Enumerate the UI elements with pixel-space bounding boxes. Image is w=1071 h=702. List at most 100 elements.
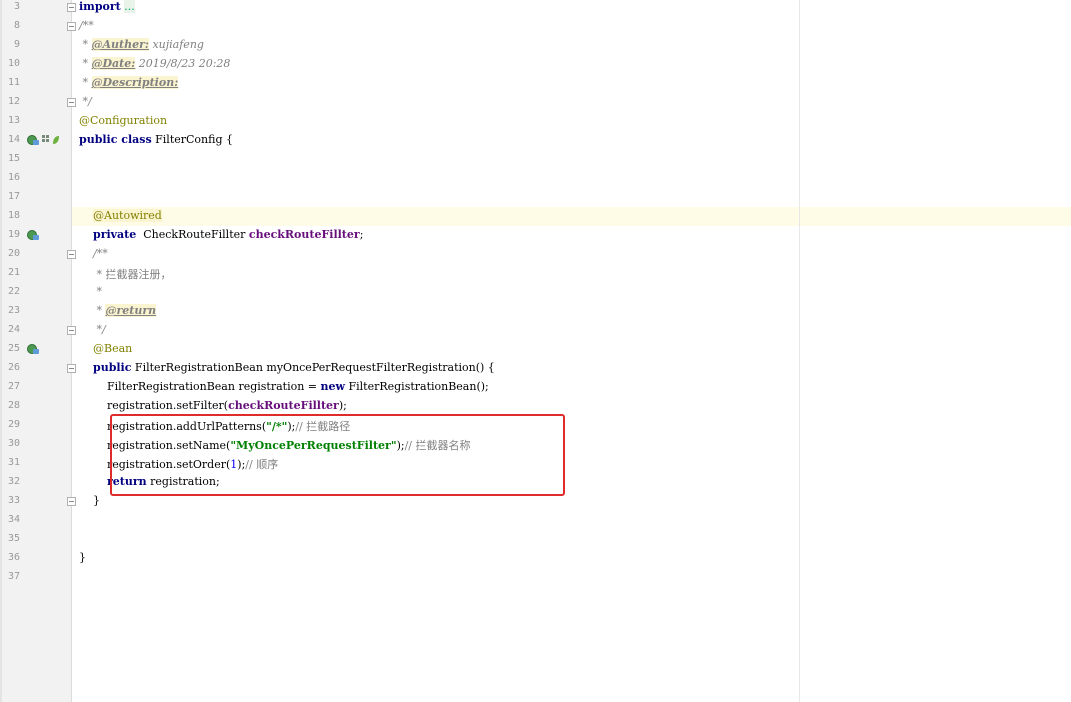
line-code[interactable]: public FilterRegistrationBean myOncePerR… [79,361,495,374]
line-number: 35 [7,533,20,544]
code-line[interactable]: 12 */ [0,93,1071,112]
code-line[interactable]: 14 public class FilterConfig { [0,131,1071,150]
code-token: @Description: [91,76,179,89]
line-code[interactable]: import ... [79,0,135,13]
code-token: ; [359,228,364,241]
line-code[interactable]: * @Description: [79,76,179,89]
code-line[interactable]: 25 @Bean [0,340,1071,359]
line-number: 29 [7,419,20,430]
line-number: 9 [13,39,20,50]
code-token: ); [338,399,347,412]
autowired-bean-icon[interactable] [27,230,39,240]
line-code[interactable]: /** [79,19,94,32]
fold-toggle-icon[interactable] [67,364,76,373]
code-line[interactable]: 35 [0,530,1071,549]
code-line[interactable]: 8 /** [0,17,1071,36]
fold-toggle-icon[interactable] [67,22,76,31]
line-number: 28 [7,400,20,411]
spring-bean-icon[interactable] [27,135,39,145]
line-number: 10 [7,58,20,69]
code-token: /** [79,19,94,32]
code-line[interactable]: 3 import ... [0,0,1071,17]
code-token: } [79,494,100,507]
code-line[interactable]: 18 @Autowired [0,207,1071,226]
code-line[interactable]: 17 [0,188,1071,207]
fold-toggle-icon[interactable] [67,3,76,12]
code-token: * [79,38,92,51]
code-line[interactable]: 37 [0,568,1071,587]
line-code[interactable]: registration.setFilter(checkRouteFillter… [79,399,347,412]
spring-leaf-icon[interactable] [52,135,60,145]
code-line[interactable]: 27 FilterRegistrationBean registration =… [0,378,1071,397]
code-token: 2019/8/23 20:28 [135,57,231,70]
line-code[interactable]: } [79,494,100,507]
fold-toggle-icon[interactable] [67,98,76,107]
code-line[interactable]: 19 private CheckRouteFillter checkRouteF… [0,226,1071,245]
code-line[interactable]: 9 * @Auther: xujiafeng [0,36,1071,55]
line-code[interactable]: FilterRegistrationBean registration = ne… [79,380,489,393]
code-line[interactable]: 36} [0,549,1071,568]
code-token: @Bean [93,342,133,355]
bean-definition-icon[interactable] [27,344,39,354]
highlight-box [110,414,565,496]
line-number: 21 [7,267,20,278]
code-line[interactable]: 13 @Configuration [0,112,1071,131]
code-token: registration.setFilter( [79,399,229,412]
code-line[interactable]: 23 * @return [0,302,1071,321]
code-token: CheckRouteFillter [136,228,249,241]
bean-grid-icon[interactable] [42,135,51,144]
code-token: } [79,551,86,564]
line-number: 25 [7,343,20,354]
code-line[interactable]: 16 [0,169,1071,188]
line-number: 18 [7,210,20,221]
code-token: new [320,380,345,393]
line-number: 20 [7,248,20,259]
line-number: 24 [7,324,20,335]
line-code[interactable]: * @Auther: xujiafeng [79,38,204,51]
code-token: * [79,76,92,89]
code-line[interactable]: 26 public FilterRegistrationBean myOnceP… [0,359,1071,378]
fold-toggle-icon[interactable] [67,250,76,259]
code-token: */ [79,323,106,336]
code-line[interactable]: 20 /** [0,245,1071,264]
line-code[interactable]: * @return [79,304,157,317]
line-code[interactable]: */ [79,323,106,336]
line-code[interactable]: * 拦截器注册， [79,266,171,282]
code-editor[interactable]: 3 import ... 8/** 9 * @Auther: xujiafeng 10 … [0,0,1071,702]
line-code[interactable]: } [79,551,86,564]
line-code[interactable]: /** [79,247,108,260]
code-line[interactable]: 34 [0,511,1071,530]
line-number: 22 [7,286,20,297]
fold-toggle-icon[interactable] [67,497,76,506]
line-number: 37 [7,571,20,582]
code-token: checkRouteFillter [228,399,339,412]
code-line[interactable]: 21 * 拦截器注册， [0,264,1071,283]
line-number: 33 [7,495,20,506]
code-line[interactable]: 11 * @Description: [0,74,1071,93]
line-code[interactable]: public class FilterConfig { [79,133,233,146]
code-line[interactable]: 24 */ [0,321,1071,340]
code-token: */ [79,95,92,108]
line-code[interactable]: @Autowired [79,209,162,222]
code-token: xujiafeng [148,38,204,51]
fold-toggle-icon[interactable] [67,326,76,335]
code-line[interactable]: 10 * @Date: 2019/8/23 20:28 [0,55,1071,74]
code-token: @Date: [91,57,136,70]
line-code[interactable]: @Bean [79,342,132,355]
line-number: 14 [7,134,20,145]
code-token: ... [124,0,135,13]
line-code[interactable]: @Configuration [79,114,167,127]
line-number: 23 [7,305,20,316]
code-token: @Auther: [91,38,149,51]
code-line[interactable]: 22 * [0,283,1071,302]
line-code[interactable]: * @Date: 2019/8/23 20:28 [79,57,230,70]
code-line[interactable]: 15 [0,150,1071,169]
line-code[interactable]: */ [79,95,92,108]
line-code[interactable]: * [79,285,102,298]
line-code[interactable]: private CheckRouteFillter checkRouteFill… [79,228,363,241]
line-number: 8 [13,20,20,31]
